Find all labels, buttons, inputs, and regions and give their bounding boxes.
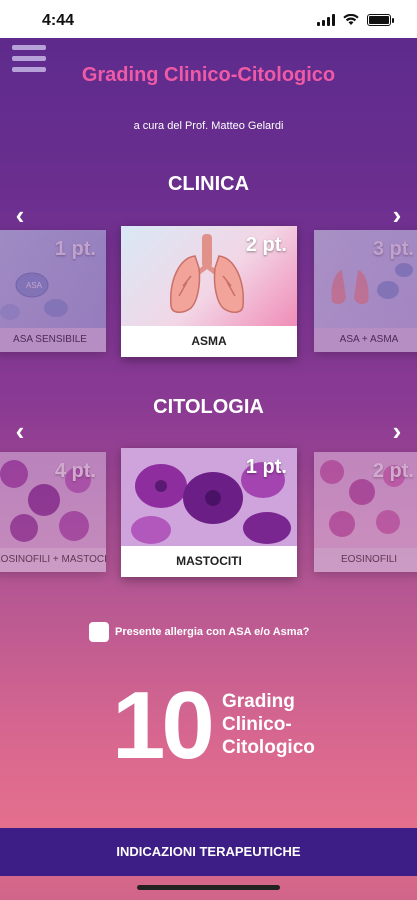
status-icons [317,14,394,26]
indicazioni-terapeutiche-button[interactable]: INDICAZIONI TERAPEUTICHE [0,828,417,876]
allergy-checkbox[interactable] [89,622,109,642]
chevron-right-icon[interactable]: › [385,202,409,228]
chevron-left-icon[interactable]: ‹ [8,418,32,444]
card-asma[interactable]: 2 pt. ASMA [121,226,297,357]
svg-text:ASA: ASA [26,281,43,290]
card-label: ASA + ASMA [314,328,417,352]
card-eosinofili[interactable]: 2 pt. EOSINOFILI [314,452,417,572]
card-asa-asma[interactable]: 3 pt. ASA + ASMA [314,230,417,352]
section-title-clinica: CLINICA [167,173,250,195]
card-points: 2 pt. [245,234,287,256]
grading-label-line2: Clinico- [222,714,292,735]
card-label: EOSINOFILI + MASTOCITI [0,548,106,572]
grading-label-line1: Grading [222,691,295,712]
home-indicator [137,885,280,890]
signal-icon [317,14,335,26]
grading-label: Grading Clinico- Citologico [222,690,315,759]
allergy-checkbox-label: Presente allergia con ASA e/o Asma? [115,626,310,638]
grading-score: 10 [112,672,215,779]
status-time: 4:44 [42,12,75,29]
section-title-citologia: CITOLOGIA [153,396,264,418]
card-asa-sensibile[interactable]: ASA 1 pt. ASA SENSIBILE [0,230,106,352]
app-title: Grading Clinico-Citologico [81,64,336,86]
card-eosinofili-mastociti[interactable]: 4 pt. EOSINOFILI + MASTOCITI [0,452,106,572]
card-points: 4 pt. [54,460,96,482]
battery-icon [367,14,394,26]
card-points: 1 pt. [245,456,287,478]
card-points: 2 pt. [372,460,414,482]
card-points: 3 pt. [372,238,414,260]
card-points: 1 pt. [54,238,96,260]
card-label: MASTOCITI [121,546,297,577]
card-mastociti[interactable]: 1 pt. MASTOCITI [121,448,297,577]
subtitle: a cura del Prof. Matteo Gelardi [133,120,284,132]
chevron-right-icon[interactable]: › [385,418,409,444]
card-label: EOSINOFILI [314,548,417,572]
allergy-checkbox-row[interactable]: Presente allergia con ASA e/o Asma? [89,622,309,642]
chevron-left-icon[interactable]: ‹ [8,202,32,228]
grading-label-line3: Citologico [222,737,315,758]
card-label: ASMA [121,326,297,357]
wifi-icon [343,14,359,25]
status-bar: 4:44 [0,0,417,38]
card-label: ASA SENSIBILE [0,328,106,352]
